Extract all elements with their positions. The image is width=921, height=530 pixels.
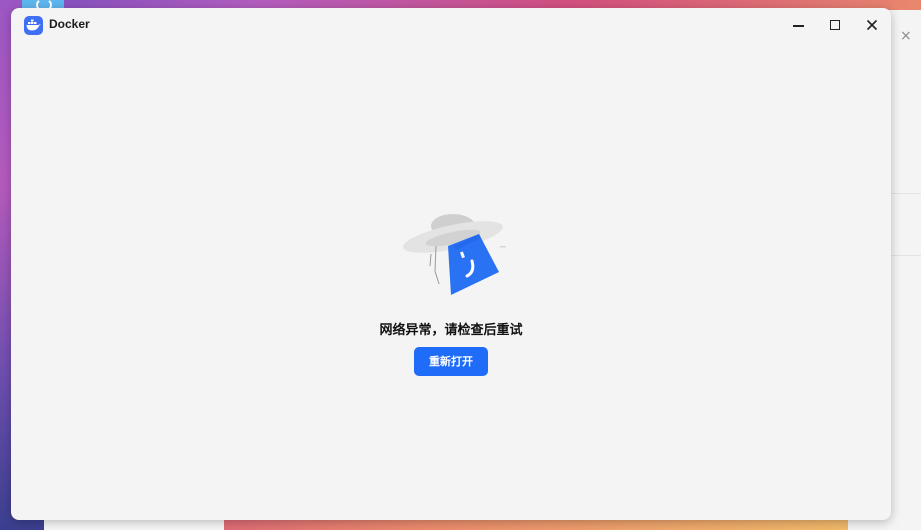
title-bar[interactable]: Docker: [11, 8, 891, 42]
window-title: Docker: [49, 17, 90, 31]
minimize-button[interactable]: [785, 13, 813, 37]
close-button[interactable]: [858, 13, 886, 37]
docker-window: Docker 网络异常，请检查后重试 重新打开: [11, 8, 891, 520]
close-icon: [866, 19, 878, 31]
error-content: 网络异常，请检查后重试 重新打开: [11, 42, 891, 520]
reopen-button[interactable]: 重新打开: [414, 347, 488, 376]
network-error-message: 网络异常，请检查后重试: [379, 323, 523, 338]
docker-whale-icon: [24, 16, 43, 35]
maximize-button[interactable]: [821, 13, 849, 37]
ufo-ghost-illustration: [403, 214, 506, 295]
background-window-close-icon[interactable]: ×: [900, 28, 912, 44]
